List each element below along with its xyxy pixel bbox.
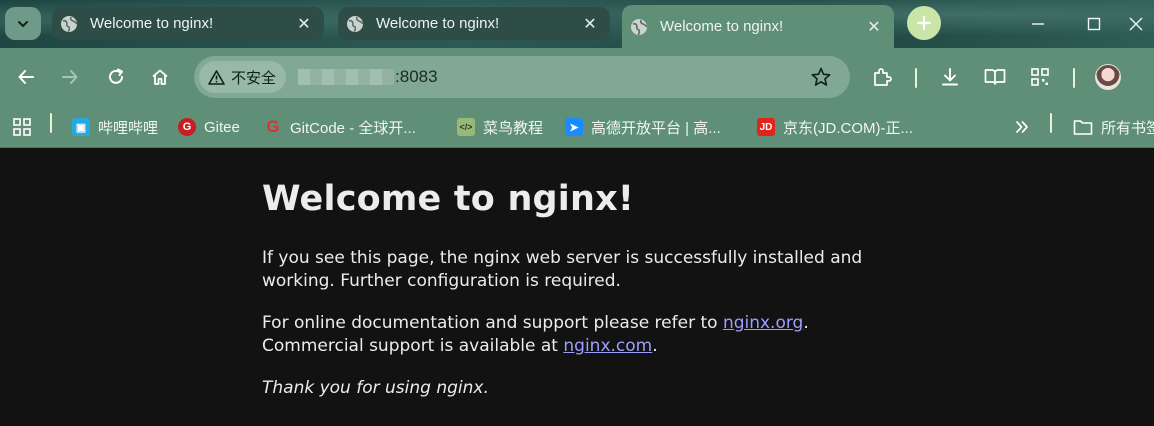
bilibili-icon: ▣ (72, 118, 90, 136)
bookmark-amap[interactable]: ➤ 高德开放平台 | 高... (565, 113, 721, 141)
qr-code-icon (1031, 68, 1049, 86)
bookmarks-divider (50, 113, 52, 133)
close-icon (1129, 17, 1143, 31)
bookmark-jd[interactable]: JD 京东(JD.COM)-正... (757, 113, 913, 141)
bookmark-label: 哔哩哔哩 (98, 119, 159, 137)
security-label: 不安全 (231, 69, 277, 87)
globe-icon (60, 15, 78, 33)
toolbar-divider (1073, 68, 1075, 88)
tab-2[interactable]: Welcome to nginx! ✕ (338, 7, 610, 40)
bookmarks-bar: ▣ 哔哩哔哩 G Gitee G GitCode - 全球开... </> 菜鸟… (0, 106, 1154, 148)
bookmark-label: GitCode - 全球开... (290, 119, 416, 137)
bookmarks-divider (1050, 113, 1052, 133)
tab-3-active[interactable]: Welcome to nginx! ✕ (622, 5, 894, 48)
star-icon[interactable] (810, 66, 832, 88)
tab-strip: Welcome to nginx! ✕ Welcome to nginx! ✕ … (0, 0, 1154, 48)
download-icon (942, 68, 958, 86)
reading-mode-button[interactable] (979, 61, 1011, 93)
apps-button[interactable] (12, 113, 32, 141)
amap-icon: ➤ (565, 118, 583, 136)
profile-avatar[interactable] (1095, 64, 1121, 90)
jd-icon: JD (757, 118, 775, 136)
reload-button[interactable] (100, 61, 132, 93)
gitcode-icon: G (266, 117, 280, 136)
extensions-button[interactable] (866, 61, 898, 93)
tab-title: Welcome to nginx! (660, 18, 784, 35)
bookmark-gitee[interactable]: G Gitee (178, 113, 240, 141)
qr-code-button[interactable] (1024, 61, 1056, 93)
plus-icon (916, 15, 932, 31)
bookmark-bilibili[interactable]: ▣ 哔哩哔哩 (72, 113, 158, 141)
warning-icon (208, 69, 225, 85)
page-content: Welcome to nginx! If you see this page, … (262, 149, 882, 400)
forward-button[interactable] (54, 61, 86, 93)
minimize-icon (1032, 23, 1044, 25)
apps-grid-icon (13, 118, 31, 136)
page-viewport: Welcome to nginx! If you see this page, … (0, 149, 1154, 426)
nginx-com-link[interactable]: nginx.com (563, 336, 652, 356)
home-button[interactable] (144, 61, 176, 93)
tab-1[interactable]: Welcome to nginx! ✕ (52, 7, 324, 40)
folder-icon (1073, 120, 1093, 135)
thanks-text: Thank you for using nginx. (262, 378, 489, 398)
arrow-right-icon (62, 70, 78, 84)
tab-search-button[interactable] (5, 7, 41, 40)
bookmark-gitcode[interactable]: G GitCode - 全球开... (264, 113, 416, 141)
maximize-icon (1087, 17, 1101, 31)
redacted-host (298, 69, 395, 85)
double-chevron-right-icon (1016, 121, 1028, 133)
downloads-button[interactable] (934, 61, 966, 93)
page-heading: Welcome to nginx! (262, 179, 635, 219)
new-tab-button[interactable] (907, 6, 941, 40)
globe-icon (630, 18, 648, 36)
all-bookmarks-label: 所有书签 (1101, 119, 1154, 137)
security-chip[interactable]: 不安全 (199, 61, 287, 93)
back-button[interactable] (10, 61, 42, 93)
bookmark-label: 高德开放平台 | 高... (591, 119, 721, 137)
bookmark-runoob[interactable]: </> 菜鸟教程 (457, 113, 543, 141)
all-bookmarks-button[interactable]: 所有书签 (1073, 113, 1154, 141)
toolbar-divider (915, 68, 917, 88)
close-tab-icon[interactable]: ✕ (294, 14, 314, 34)
maximize-button[interactable] (1070, 0, 1118, 48)
nginx-org-link[interactable]: nginx.org (723, 313, 803, 333)
support-paragraph: For online documentation and support ple… (262, 312, 882, 358)
bookmark-label: 京东(JD.COM)-正... (783, 119, 913, 137)
url-text: :8083 (395, 67, 438, 86)
support-text: For online documentation and support ple… (262, 313, 723, 333)
book-icon (984, 69, 1006, 85)
close-window-button[interactable] (1118, 0, 1154, 48)
puzzle-icon (874, 68, 892, 86)
address-bar[interactable]: 不安全 :8083 (194, 56, 850, 98)
tab-title: Welcome to nginx! (90, 15, 214, 32)
browser-toolbar: 不安全 :8083 (0, 48, 1154, 106)
more-bookmarks-button[interactable] (1014, 113, 1030, 141)
gitee-icon: G (178, 118, 196, 136)
bookmark-label: 菜鸟教程 (483, 119, 544, 137)
globe-icon (346, 15, 364, 33)
arrow-left-icon (18, 70, 34, 84)
thanks-paragraph: Thank you for using nginx. (262, 377, 882, 400)
runoob-icon: </> (457, 118, 475, 136)
minimize-button[interactable] (1014, 0, 1062, 48)
support-text: . (652, 336, 658, 356)
intro-paragraph: If you see this page, the nginx web serv… (262, 248, 863, 291)
home-icon (152, 69, 168, 85)
bookmark-label: Gitee (204, 118, 240, 136)
tab-title: Welcome to nginx! (376, 15, 500, 32)
chevron-down-icon (18, 20, 28, 27)
close-tab-icon[interactable]: ✕ (864, 17, 884, 37)
reload-icon (109, 68, 123, 84)
close-tab-icon[interactable]: ✕ (580, 14, 600, 34)
